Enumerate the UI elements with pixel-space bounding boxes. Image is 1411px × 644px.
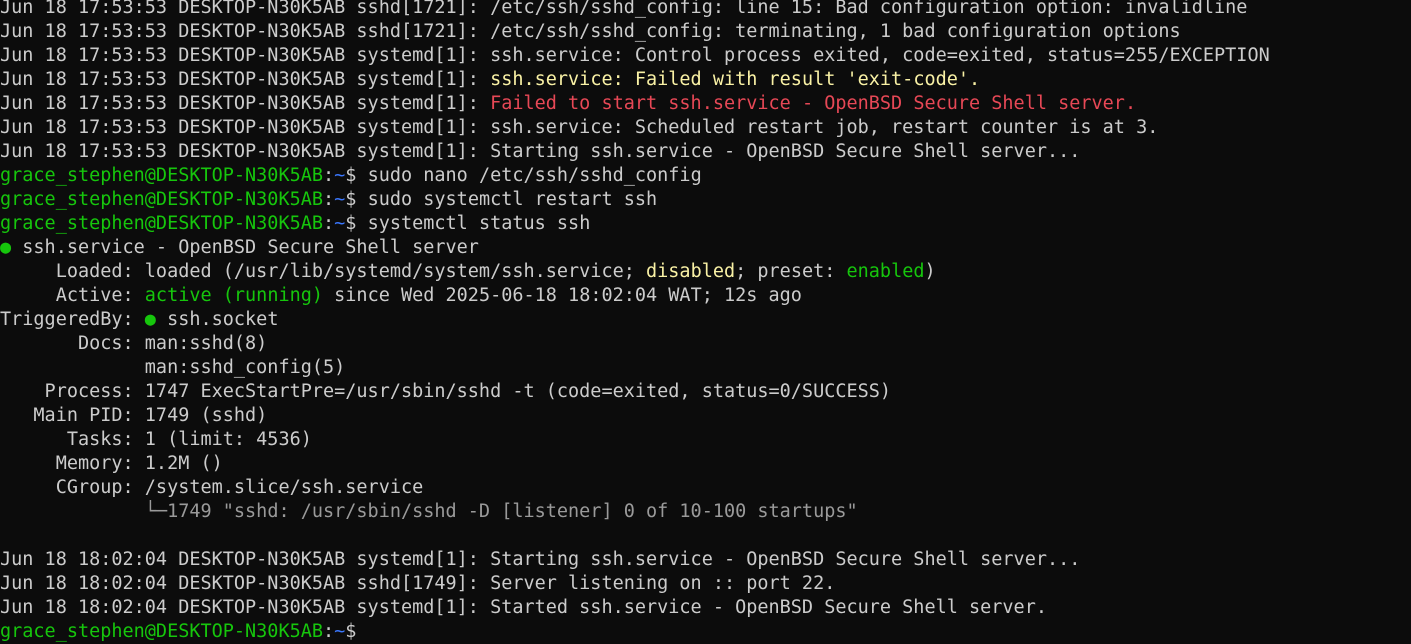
terminal-text: man:sshd_config(5) [0,357,346,378]
prompt-path: ~ [334,165,346,186]
terminal-text: ● [0,237,12,258]
terminal-text: : [323,165,335,186]
terminal-line: Jun 18 17:53:53 DESKTOP-N30K5AB systemd[… [0,92,1411,116]
terminal-text: Jun 18 18:02:04 DESKTOP-N30K5AB sshd[174… [0,573,836,594]
prompt-user-host: grace_stephen@DESKTOP-N30K5AB [0,165,324,186]
terminal-text: ) [924,261,936,282]
terminal-line: Jun 18 17:53:53 DESKTOP-N30K5AB sshd[172… [0,20,1411,44]
terminal-line: grace_stephen@DESKTOP-N30K5AB:~$ [0,620,1411,644]
prompt-user-host: grace_stephen@DESKTOP-N30K5AB [0,621,324,642]
terminal-text: Jun 18 17:53:53 DESKTOP-N30K5AB sshd[172… [0,21,1181,42]
terminal-text: TriggeredBy: [0,309,145,330]
terminal-line: ● ssh.service - OpenBSD Secure Shell ser… [0,236,1411,260]
terminal-text: : [323,213,335,234]
terminal-line: Tasks: 1 (limit: 4536) [0,428,1411,452]
terminal-line: Process: 1747 ExecStartPre=/usr/sbin/ssh… [0,380,1411,404]
terminal-line: grace_stephen@DESKTOP-N30K5AB:~$ sudo sy… [0,188,1411,212]
terminal-text: Process: 1747 ExecStartPre=/usr/sbin/ssh… [0,381,892,402]
terminal-text: Jun 18 18:02:04 DESKTOP-N30K5AB systemd[… [0,597,1047,618]
prompt-path: ~ [334,189,346,210]
terminal-text: active (running) [144,285,324,306]
terminal-line: Loaded: loaded (/usr/lib/systemd/system/… [0,260,1411,284]
terminal-text: ssh.service: Failed with result 'exit-co… [490,69,981,90]
terminal-line: └─1749 "sshd: /usr/sbin/sshd -D [listene… [0,500,1411,524]
terminal-text: CGroup: /system.slice/ssh.service [0,477,424,498]
terminal-text: Jun 18 17:53:53 DESKTOP-N30K5AB systemd[… [0,45,1270,66]
terminal-text: Jun 18 17:53:53 DESKTOP-N30K5AB sshd[172… [0,0,1248,18]
terminal-line: TriggeredBy: ● ssh.socket [0,308,1411,332]
terminal-line: Active: active (running) since Wed 2025-… [0,284,1411,308]
terminal-text: enabled [846,261,925,282]
terminal-text: Docs: man:sshd(8) [0,333,268,354]
terminal-line: Jun 18 17:53:53 DESKTOP-N30K5AB systemd[… [0,44,1411,68]
terminal-text: since Wed 2025-06-18 18:02:04 WAT; 12s a… [323,285,802,306]
terminal-line: Jun 18 17:53:53 DESKTOP-N30K5AB systemd[… [0,116,1411,140]
terminal-text: Loaded: loaded (/usr/lib/systemd/system/… [0,261,647,282]
terminal-text: Tasks: 1 (limit: 4536) [0,429,312,450]
terminal-line: Jun 18 18:02:04 DESKTOP-N30K5AB sshd[174… [0,572,1411,596]
terminal-text: Jun 18 17:53:53 DESKTOP-N30K5AB systemd[… [0,141,1081,162]
terminal-line: man:sshd_config(5) [0,356,1411,380]
terminal-text: ssh.service - OpenBSD Secure Shell serve… [11,237,479,258]
terminal-text: └─1749 "sshd: /usr/sbin/sshd -D [listene… [144,501,858,522]
prompt-user-host: grace_stephen@DESKTOP-N30K5AB [0,213,324,234]
terminal-text: $ sudo nano /etc/ssh/sshd_config [345,165,702,186]
terminal-line: Memory: 1.2M () [0,452,1411,476]
terminal-line: grace_stephen@DESKTOP-N30K5AB:~$ systemc… [0,212,1411,236]
terminal-text: disabled [646,261,736,282]
terminal-text: Jun 18 17:53:53 DESKTOP-N30K5AB systemd[… [0,117,1159,138]
terminal-text: : [323,189,335,210]
terminal-output[interactable]: Jun 18 17:53:53 DESKTOP-N30K5AB sshd[172… [0,0,1411,644]
terminal-text: Failed to start ssh.service - OpenBSD Se… [490,93,1137,114]
terminal-line: Docs: man:sshd(8) [0,332,1411,356]
terminal-text: Jun 18 17:53:53 DESKTOP-N30K5AB systemd[… [0,69,491,90]
terminal-text: : [323,621,335,642]
terminal-line: Jun 18 18:02:04 DESKTOP-N30K5AB systemd[… [0,548,1411,572]
terminal-text: ● [144,309,156,330]
prompt-user-host: grace_stephen@DESKTOP-N30K5AB [0,189,324,210]
terminal-text: ; preset: [735,261,847,282]
terminal-text: $ sudo systemctl restart ssh [345,189,658,210]
terminal-line: Jun 18 17:53:53 DESKTOP-N30K5AB systemd[… [0,68,1411,92]
terminal-line: Jun 18 18:02:04 DESKTOP-N30K5AB systemd[… [0,596,1411,620]
terminal-text: Active: [0,285,145,306]
terminal-text: Jun 18 17:53:53 DESKTOP-N30K5AB systemd[… [0,93,491,114]
terminal-line: Jun 18 17:53:53 DESKTOP-N30K5AB sshd[172… [0,0,1411,20]
prompt-path: ~ [334,213,346,234]
terminal-text: $ systemctl status ssh [345,213,591,234]
terminal-line: Jun 18 17:53:53 DESKTOP-N30K5AB systemd[… [0,140,1411,164]
terminal-text: Main PID: 1749 (sshd) [0,405,268,426]
terminal-line: grace_stephen@DESKTOP-N30K5AB:~$ sudo na… [0,164,1411,188]
terminal-line: Main PID: 1749 (sshd) [0,404,1411,428]
terminal-text: ssh.socket [155,309,279,330]
terminal-line: CGroup: /system.slice/ssh.service [0,476,1411,500]
terminal-text: Jun 18 18:02:04 DESKTOP-N30K5AB systemd[… [0,549,1081,570]
terminal-text: $ [345,621,368,642]
terminal-text: Memory: 1.2M () [0,453,223,474]
prompt-path: ~ [334,621,346,642]
